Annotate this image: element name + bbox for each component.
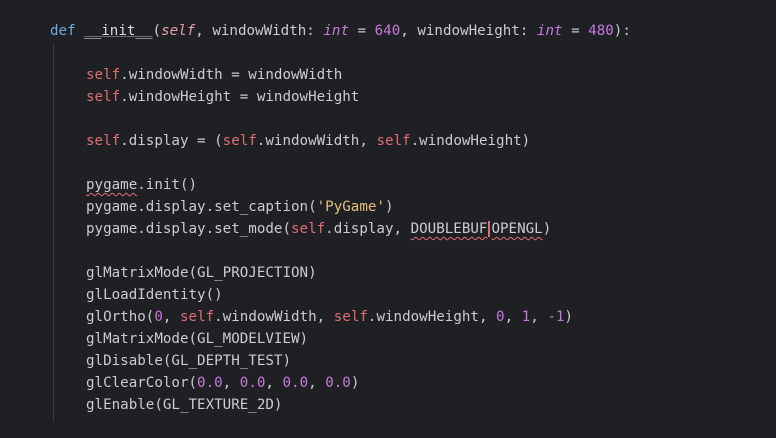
code-text: )	[384, 199, 394, 215]
code-text: glDisable(GL_DEPTH_TEST)	[86, 353, 291, 369]
number-640: 640	[374, 23, 401, 39]
self-keyword: self	[333, 309, 368, 325]
param-self: self	[161, 23, 196, 39]
code-text: )	[350, 375, 360, 391]
code-text: glEnable(GL_TEXTURE_2D)	[86, 397, 283, 413]
code-text: glMatrixMode(GL_MODELVIEW)	[86, 331, 309, 347]
self-keyword: self	[86, 67, 121, 83]
self-keyword: self	[222, 133, 257, 149]
constant-doublebuf: DOUBLEBUF	[410, 221, 488, 237]
self-keyword: self	[376, 133, 411, 149]
code-text: ,	[308, 375, 326, 391]
self-keyword: self	[86, 89, 121, 105]
code-line[interactable]: pygame.init()	[86, 174, 197, 196]
self-keyword: self	[86, 133, 121, 149]
code-line[interactable]: self.windowWidth = windowWidth	[86, 64, 342, 86]
code-text: .windowWidth,	[256, 133, 377, 149]
code-text: .windowWidth,	[214, 309, 334, 325]
code-line[interactable]: glDisable(GL_DEPTH_TEST)	[86, 350, 291, 372]
equals: =	[348, 23, 375, 39]
paren: (	[152, 23, 162, 39]
equals: =	[562, 23, 589, 39]
string-literal: 'PyGame'	[316, 199, 385, 215]
code-text: glMatrixMode(GL_PROJECTION)	[86, 265, 317, 281]
type-int: int	[323, 23, 349, 39]
code-line[interactable]: self.display = (self.windowWidth, self.w…	[86, 130, 530, 152]
module-pygame: pygame	[86, 199, 138, 215]
code-text: .init()	[137, 177, 198, 193]
code-line[interactable]: glClearColor(0.0, 0.0, 0.0, 0.0)	[86, 372, 359, 394]
param-width: , windowWidth:	[195, 23, 324, 39]
code-line[interactable]: glLoadIdentity()	[86, 284, 223, 306]
indent-guide	[53, 44, 54, 422]
code-text: ,	[222, 375, 240, 391]
code-line[interactable]: self.windowHeight = windowHeight	[86, 86, 359, 108]
close-paren: ):	[613, 23, 631, 39]
module-pygame: pygame	[86, 177, 138, 193]
code-text: )	[542, 221, 552, 237]
number: 0	[154, 309, 163, 325]
code-text: .windowHeight)	[410, 133, 531, 149]
type-int: int	[536, 23, 563, 39]
constant-opengl: OPENGL	[491, 221, 543, 237]
code-text: )	[564, 309, 573, 325]
number: 0.0	[239, 375, 266, 391]
number: 0.0	[197, 375, 223, 391]
code-line[interactable]: glMatrixMode(GL_PROJECTION)	[86, 262, 317, 284]
param-height: , windowHeight:	[400, 23, 537, 39]
function-name: __init__	[84, 23, 153, 39]
code-line[interactable]: glMatrixMode(GL_MODELVIEW)	[86, 328, 308, 350]
code-line[interactable]: pygame.display.set_mode(self.display, DO…	[86, 218, 551, 240]
code-text: .display.set_caption(	[137, 199, 317, 215]
module-pygame: pygame	[86, 221, 138, 237]
self-keyword: self	[291, 221, 326, 237]
number: 1	[521, 309, 531, 325]
self-keyword: self	[179, 309, 215, 325]
code-text: .windowHeight,	[367, 309, 497, 325]
code-line-def[interactable]: def __init__(self, windowWidth: int = 64…	[50, 20, 631, 42]
code-editor[interactable]: def __init__(self, windowWidth: int = 64…	[0, 0, 776, 438]
number: 0.0	[282, 375, 309, 391]
code-text: .display = (	[120, 133, 223, 149]
code-text: .display,	[325, 221, 411, 237]
code-text: glClearColor(	[86, 375, 198, 391]
code-line[interactable]: glEnable(GL_TEXTURE_2D)	[86, 394, 282, 416]
code-text: .display.set_mode(	[137, 221, 291, 237]
code-text: ,	[162, 309, 180, 325]
code-text: .windowHeight = windowHeight	[120, 89, 360, 105]
code-text: ,	[504, 309, 522, 325]
code-text: glLoadIdentity()	[86, 287, 223, 303]
code-text: glOrtho(	[86, 309, 155, 325]
keyword-def: def	[50, 23, 76, 39]
number: -1	[547, 309, 565, 325]
code-text: ,	[530, 309, 548, 325]
number: 0	[496, 309, 505, 325]
code-line[interactable]: pygame.display.set_caption('PyGame')	[86, 196, 394, 218]
code-line[interactable]: glOrtho(0, self.windowWidth, self.window…	[86, 306, 573, 328]
number: 0.0	[325, 375, 351, 391]
code-text: ,	[265, 375, 283, 391]
number-480: 480	[588, 23, 614, 39]
code-text: .windowWidth = windowWidth	[120, 67, 343, 83]
